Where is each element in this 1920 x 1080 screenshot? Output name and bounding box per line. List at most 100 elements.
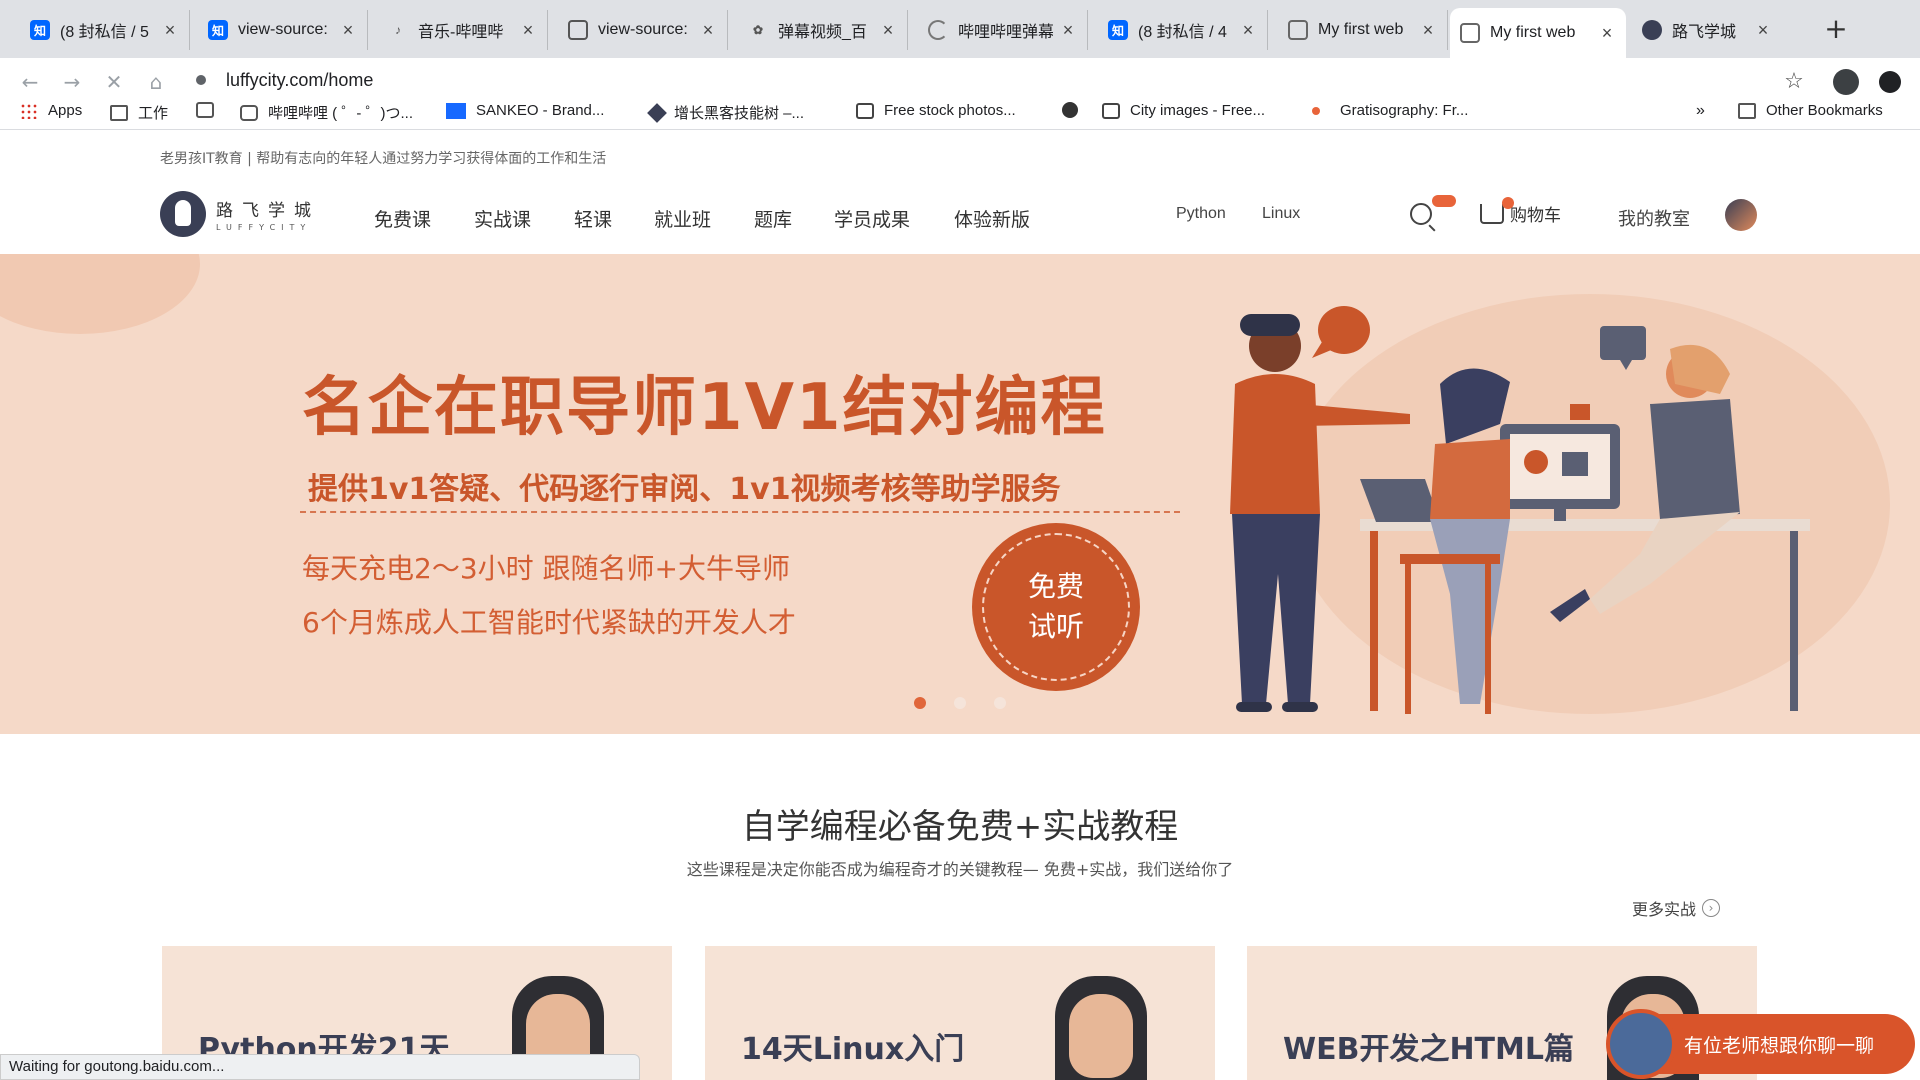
bookmark-item[interactable]: SANKEO - Brand... <box>446 102 604 119</box>
my-classroom-link[interactable]: 我的教室 <box>1618 205 1690 231</box>
cart-icon <box>1480 203 1504 224</box>
tab-active[interactable]: My first web × <box>1450 8 1626 58</box>
tab-title: 哔哩哔哩弹幕 <box>958 24 1053 41</box>
bookmark-label: 哔哩哔哩 ( ゜- ゜)つ... <box>268 105 413 122</box>
tab[interactable]: 知 (8 封私信 / 4 × <box>1098 10 1268 50</box>
site-logo[interactable]: 路飞学城 LUFFYCITY <box>160 191 320 237</box>
site-info-icon[interactable] <box>196 75 206 85</box>
more-label: 更多实战 <box>1632 900 1697 919</box>
cart-button[interactable]: 购物车 <box>1480 201 1561 226</box>
bookmark-apps[interactable]: Apps <box>20 102 82 119</box>
zhihu-icon: 知 <box>1108 20 1128 40</box>
course-title: WEB开发之HTML篇 <box>1283 1032 1574 1067</box>
bookmark-label: 增长黑客技能树 –... <box>674 105 805 122</box>
dashed-divider <box>300 511 1180 513</box>
chat-label: 有位老师想跟你聊一聊 <box>1684 1034 1875 1057</box>
course-card[interactable]: 14天Linux入门 <box>705 946 1215 1080</box>
chat-widget-button[interactable]: 有位老师想跟你聊一聊 <box>1606 1009 1915 1079</box>
close-icon[interactable]: × <box>1419 20 1437 41</box>
globe-icon <box>1062 102 1078 118</box>
tab[interactable]: 哔哩哔哩弹幕 × <box>918 10 1088 50</box>
bookmark-item[interactable]: 增长黑客技能树 –... <box>647 102 805 123</box>
address-bar[interactable]: luffycity.com/home <box>196 62 1736 98</box>
bookmarks-overflow-icon[interactable]: » <box>1696 102 1705 120</box>
luffy-icon <box>1642 20 1662 40</box>
browser-status-bar: Waiting for goutong.baidu.com... <box>0 1054 640 1080</box>
folder-icon <box>1738 102 1756 119</box>
nav-new-version[interactable]: 体验新版 <box>954 205 1030 232</box>
close-icon[interactable]: × <box>339 20 357 41</box>
bookmark-item[interactable]: Free stock photos... <box>856 102 1016 119</box>
extension-icon[interactable] <box>1874 66 1906 98</box>
bookmark-label: Apps <box>48 102 83 119</box>
folder-icon <box>110 104 128 121</box>
close-icon[interactable]: × <box>699 20 717 41</box>
nav-employment-class[interactable]: 就业班 <box>654 205 711 232</box>
nav-linux[interactable]: Linux <box>1262 205 1300 223</box>
carousel-dot[interactable] <box>994 697 1006 709</box>
tab-title: view-source: <box>238 21 328 38</box>
tab[interactable]: My first web × <box>1278 10 1448 50</box>
tab[interactable]: 知 (8 封私信 / 5 × <box>20 10 190 50</box>
course-title: 14天Linux入门 <box>741 1032 965 1067</box>
tab-title: (8 封私信 / 4 <box>1138 24 1227 41</box>
bookmark-item[interactable] <box>196 102 224 118</box>
tab[interactable]: view-source: × <box>558 10 728 50</box>
nav-practical-courses[interactable]: 实战课 <box>474 205 531 232</box>
chevron-right-icon: › <box>1702 899 1721 917</box>
close-icon[interactable]: × <box>1059 20 1077 41</box>
bookmark-item[interactable]: City images - Free... <box>1102 102 1265 119</box>
chat-bubble-icon <box>1600 326 1646 360</box>
carousel-dot[interactable] <box>914 697 926 709</box>
search-icon[interactable] <box>1410 203 1432 225</box>
url-text[interactable]: luffycity.com/home <box>226 70 373 91</box>
forward-icon[interactable]: → <box>56 66 88 98</box>
tab[interactable]: ✿ 弹幕视频_百 × <box>738 10 908 50</box>
nav-question-bank[interactable]: 题库 <box>754 205 792 232</box>
site-header: 路飞学城 LUFFYCITY 免费课 实战课 轻课 就业班 题库 学员成果 体验… <box>0 183 1920 253</box>
stop-icon[interactable]: ✕ <box>98 66 130 98</box>
logo-text-cn: 路飞学城 <box>216 201 320 221</box>
bookmark-item[interactable]: 哔哩哔哩 ( ゜- ゜)つ... <box>240 102 413 123</box>
music-icon: ♪ <box>395 23 401 37</box>
banner-headline: 名企在职导师1V1结对编程 <box>302 371 1107 445</box>
home-icon[interactable]: ⌂ <box>140 66 172 98</box>
behance-icon <box>446 102 466 119</box>
bookmarks-bar: Apps 工作 哔哩哔哩 ( ゜- ゜)つ... SANKEO - Brand.… <box>0 96 1920 130</box>
new-tab-button[interactable]: + <box>1820 12 1852 45</box>
hero-banner[interactable]: 名企在职导师1V1结对编程 提供1v1答疑、代码逐行审阅、1v1视频考核等助学服… <box>0 254 1920 734</box>
tab[interactable]: ♪ 音乐-哔哩哔 × <box>378 10 548 50</box>
bookmark-folder[interactable]: 工作 <box>110 102 168 123</box>
close-icon[interactable]: × <box>1598 23 1616 44</box>
more-practical-link[interactable]: 更多实战 › <box>1632 896 1721 920</box>
nav-python[interactable]: Python <box>1176 205 1226 223</box>
tab[interactable]: 路飞学城 × <box>1632 10 1782 50</box>
bookmark-item[interactable] <box>1062 102 1088 118</box>
nav-free-courses[interactable]: 免费课 <box>374 205 431 232</box>
avatar[interactable] <box>1725 199 1757 231</box>
close-icon[interactable]: × <box>161 20 179 41</box>
apps-grid-icon <box>20 102 38 119</box>
tab[interactable]: 知 view-source: × <box>198 10 368 50</box>
close-icon[interactable]: × <box>1754 20 1772 41</box>
bookmark-item[interactable]: Gratisography: Fr... <box>1312 102 1468 119</box>
carousel-dot[interactable] <box>954 697 966 709</box>
decorative-blob <box>0 254 200 334</box>
cart-label: 购物车 <box>1510 206 1561 226</box>
cart-count-badge <box>1502 197 1514 209</box>
cube-icon <box>647 102 667 123</box>
close-icon[interactable]: × <box>519 20 537 41</box>
back-icon[interactable]: ← <box>14 66 46 98</box>
photo-icon <box>856 102 874 119</box>
close-icon[interactable]: × <box>879 20 897 41</box>
nav-light-courses[interactable]: 轻课 <box>574 205 612 232</box>
free-trial-button[interactable]: 免费 试听 <box>972 523 1140 691</box>
close-icon[interactable]: × <box>1239 20 1257 41</box>
bookmark-star-icon[interactable]: ☆ <box>1778 66 1810 98</box>
profile-icon[interactable] <box>1830 66 1862 98</box>
tab-title: view-source: <box>598 21 688 38</box>
web-page: 老男孩IT教育 | 帮助有志向的年轻人通过努力学习获得体面的工作和生活 路飞学城… <box>0 131 1920 1080</box>
bookmark-other-folder[interactable]: Other Bookmarks <box>1738 102 1883 119</box>
nav-student-results[interactable]: 学员成果 <box>834 205 910 232</box>
tab-title: My first web <box>1318 21 1404 38</box>
